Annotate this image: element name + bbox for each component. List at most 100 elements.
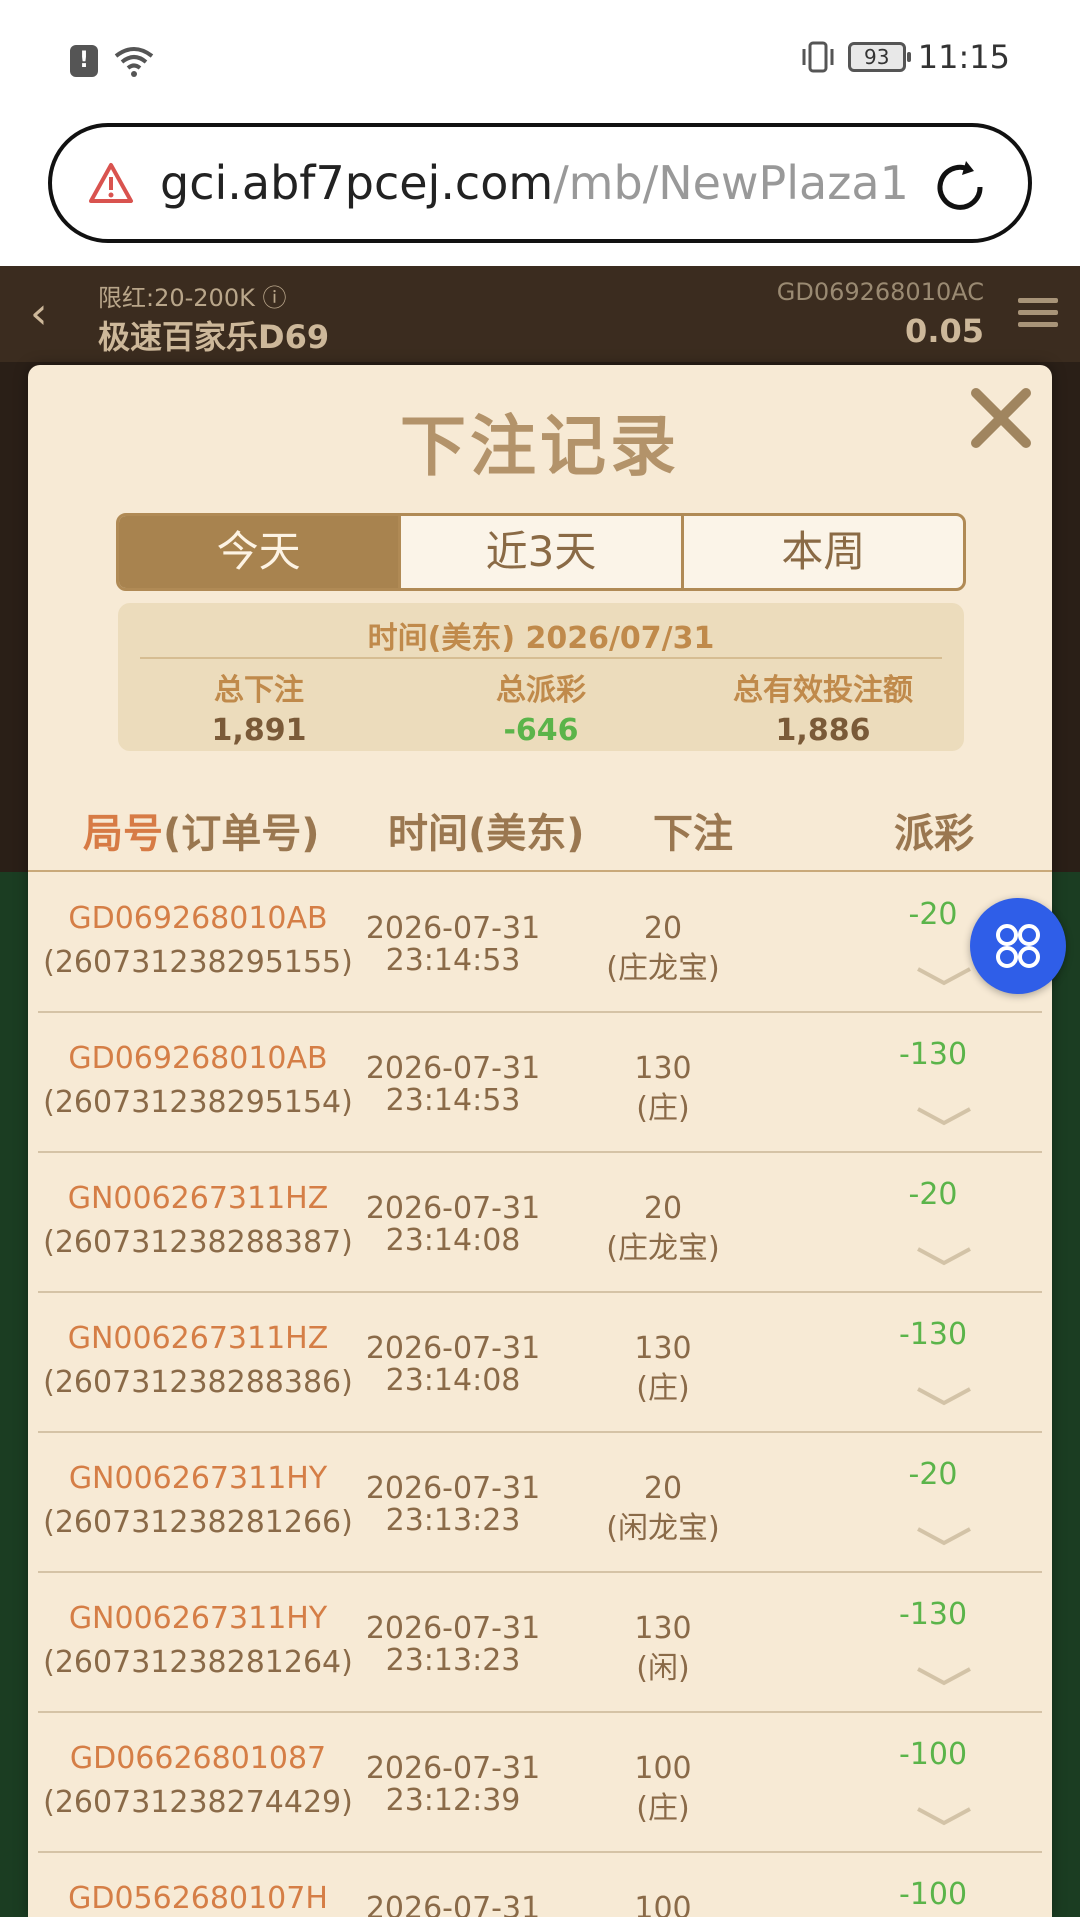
header-round: 局号 (83, 811, 163, 857)
table-row[interactable]: GD06626801087 (260731238274429) 2026-07-31… (38, 1713, 1042, 1853)
alert-icon: ! (70, 45, 98, 77)
chevron-down-icon[interactable] (914, 1663, 974, 1689)
bet-type: (庄龙宝) (606, 1231, 720, 1266)
bet-amount: 20 (643, 1471, 683, 1506)
bet-date: 2026-07-31 (365, 1891, 541, 1917)
bet-date: 2026-07-31 (365, 911, 541, 946)
total-payout-value: -646 (503, 713, 579, 748)
header-divider (28, 870, 1052, 872)
bet-time: 23:14:08 (385, 1363, 521, 1398)
payout-value: -130 (898, 1597, 968, 1632)
bet-record-list: GD069268010AB (260731238295155) 2026-07-31… (28, 873, 1052, 1917)
bet-amount: 20 (643, 1191, 683, 1226)
order-id: (260731238295154) (43, 1085, 353, 1120)
header-payout: 派彩 (894, 811, 974, 857)
bet-amount: 130 (634, 1051, 692, 1086)
order-id: (260731238288386) (43, 1365, 353, 1400)
table-row[interactable]: GN006267311HY (260731238281266) 2026-07-31… (38, 1433, 1042, 1573)
vibrate-icon (802, 41, 834, 73)
round-id: GN006267311HY (68, 1601, 328, 1636)
status-left-icons: ! (70, 44, 156, 78)
chevron-down-icon[interactable] (914, 1803, 974, 1829)
order-id: (260731238288387) (43, 1225, 353, 1260)
bet-time: 23:12:39 (385, 1783, 521, 1818)
warning-icon[interactable] (88, 162, 134, 204)
total-bet-label: 总下注 (214, 673, 304, 708)
bet-type: (闲) (636, 1651, 690, 1686)
bet-time: 23:13:23 (385, 1503, 521, 1538)
bet-amount: 100 (634, 1891, 692, 1917)
bet-time: 23:14:53 (385, 1083, 521, 1118)
bet-record-modal: 下注记录 今天 近3天 本周 时间(美东) 2026/07/31 总下注 1,8… (28, 365, 1052, 1917)
back-icon[interactable]: ‹ (30, 292, 60, 336)
header-time: 时间(美东) (388, 811, 585, 857)
round-id: GD0562680107H (68, 1881, 328, 1916)
bet-time: 23:13:23 (385, 1643, 521, 1678)
bet-amount: 20 (643, 911, 683, 946)
summary-divider (140, 657, 942, 659)
tab-today[interactable]: 今天 (119, 516, 399, 588)
bet-time: 23:14:08 (385, 1223, 521, 1258)
total-payout: 总派彩 -646 (400, 665, 682, 748)
url-text[interactable]: gci.abf7pcej.com/mb/NewPlaza1 (160, 156, 920, 210)
address-bar[interactable]: gci.abf7pcej.com/mb/NewPlaza1 (48, 123, 1032, 243)
url-domain: gci.abf7pcej.com (160, 156, 554, 210)
bet-time: 23:14:53 (385, 943, 521, 978)
table-row[interactable]: GD069268010AB (260731238295155) 2026-07-31… (38, 873, 1042, 1013)
wifi-icon (114, 47, 154, 77)
order-id: (260731238281264) (43, 1645, 353, 1680)
menu-icon[interactable] (1018, 296, 1058, 330)
game-header: ‹ 限红:20-200K ⓘ 极速百家乐D69 GD069268010AC 0.… (0, 266, 1080, 362)
status-bar: ! 93 11:15 (0, 0, 1080, 118)
status-right: 93 11:15 (800, 38, 1010, 76)
total-bet: 总下注 1,891 (118, 665, 400, 748)
chevron-down-icon[interactable] (914, 1383, 974, 1409)
tab-last-3-days[interactable]: 近3天 (398, 516, 680, 588)
payout-value: -100 (898, 1877, 968, 1912)
round-id: GN006267311HZ (67, 1321, 329, 1356)
total-valid-label: 总有效投注额 (733, 673, 913, 708)
battery-icon: 93 (847, 42, 911, 72)
table-header: 局号(订单号) 时间(美东) 下注 派彩 (28, 801, 1052, 861)
tab-this-week[interactable]: 本周 (680, 516, 963, 588)
current-round-id: GD069268010AC (776, 278, 984, 306)
balance: 0.05 (905, 312, 984, 350)
period-tabs: 今天 近3天 本周 (116, 513, 966, 591)
order-id: (260731238274429) (43, 1785, 353, 1820)
bet-limit: 限红:20-200K ⓘ (98, 284, 287, 312)
round-id: GN006267311HZ (67, 1181, 329, 1216)
floating-menu-button[interactable] (970, 898, 1066, 994)
header-bet: 下注 (653, 811, 733, 857)
round-id: GD06626801087 (69, 1741, 327, 1776)
payout-value: -20 (908, 1457, 958, 1492)
close-icon[interactable] (966, 383, 1036, 453)
round-id: GN006267311HY (68, 1461, 328, 1496)
summary-date: 时间(美东) 2026/07/31 (367, 621, 715, 656)
order-id: (260731238295155) (43, 945, 353, 980)
total-valid-bet: 总有效投注额 1,886 (682, 665, 964, 748)
header-round-order: 局号(订单号) (83, 801, 320, 859)
bet-amount: 100 (634, 1751, 692, 1786)
modal-title: 下注记录 (400, 408, 680, 485)
order-id: (260731238281266) (43, 1505, 353, 1540)
chevron-down-icon[interactable] (914, 1103, 974, 1129)
table-row[interactable]: GD0562680107H 2026-07-31 100 -100 (38, 1853, 1042, 1917)
four-circles-icon (996, 924, 1040, 968)
reload-icon[interactable] (930, 157, 990, 217)
summary-panel: 时间(美东) 2026/07/31 总下注 1,891 总派彩 -646 总有效… (118, 603, 964, 751)
total-payout-label: 总派彩 (496, 673, 586, 708)
table-row[interactable]: GN006267311HY (260731238281264) 2026-07-31… (38, 1573, 1042, 1713)
bet-amount: 130 (634, 1611, 692, 1646)
table-row[interactable]: GN006267311HZ (260731238288386) 2026-07-31… (38, 1293, 1042, 1433)
url-path: /mb/NewPlaza1 (553, 156, 909, 210)
table-row[interactable]: GN006267311HZ (260731238288387) 2026-07-31… (38, 1153, 1042, 1293)
chevron-down-icon[interactable] (914, 963, 974, 989)
bet-date: 2026-07-31 (365, 1471, 541, 1506)
bet-type: (庄) (636, 1371, 690, 1406)
payout-value: -130 (898, 1037, 968, 1072)
chevron-down-icon[interactable] (914, 1243, 974, 1269)
chevron-down-icon[interactable] (914, 1523, 974, 1549)
table-row[interactable]: GD069268010AB (260731238295154) 2026-07-31… (38, 1013, 1042, 1153)
clock: 11:15 (917, 38, 1010, 76)
payout-value: -20 (908, 1177, 958, 1212)
